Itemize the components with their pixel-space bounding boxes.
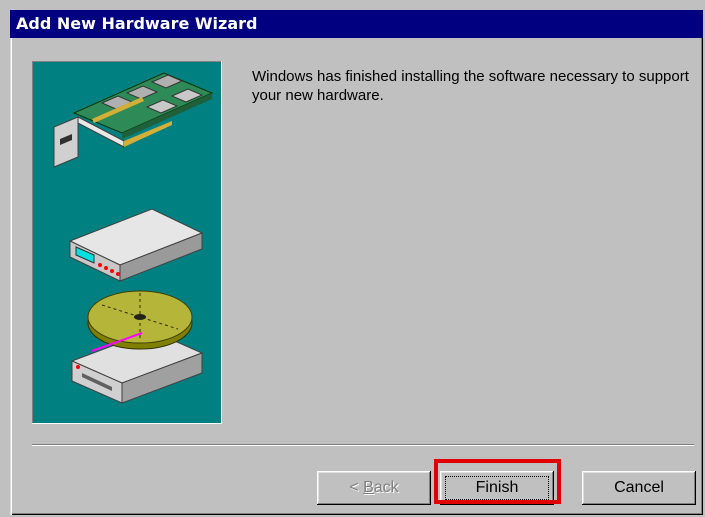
back-button: < Back	[317, 471, 431, 505]
back-mnemonic: B	[363, 479, 374, 496]
focus-rectangle	[445, 476, 549, 500]
back-prefix: <	[349, 479, 364, 496]
wizard-graphic-panel	[32, 61, 222, 424]
disk-drive-icon	[70, 290, 204, 404]
back-rest: ack	[373, 479, 399, 496]
expansion-card-icon	[53, 72, 214, 168]
title-bar[interactable]: Add New Hardware Wizard	[10, 10, 703, 38]
completion-message: Windows has finished installing the soft…	[252, 68, 689, 104]
modem-icon	[68, 208, 204, 282]
window-title: Add New Hardware Wizard	[16, 14, 258, 33]
desktop-edge	[0, 10, 10, 517]
cancel-label: Cancel	[614, 479, 664, 496]
cancel-button[interactable]: Cancel	[582, 471, 696, 505]
finish-button[interactable]: Finish	[440, 471, 554, 505]
separator-line	[32, 444, 694, 446]
wizard-window: Add New Hardware Wizard Windows has fini…	[10, 10, 703, 515]
